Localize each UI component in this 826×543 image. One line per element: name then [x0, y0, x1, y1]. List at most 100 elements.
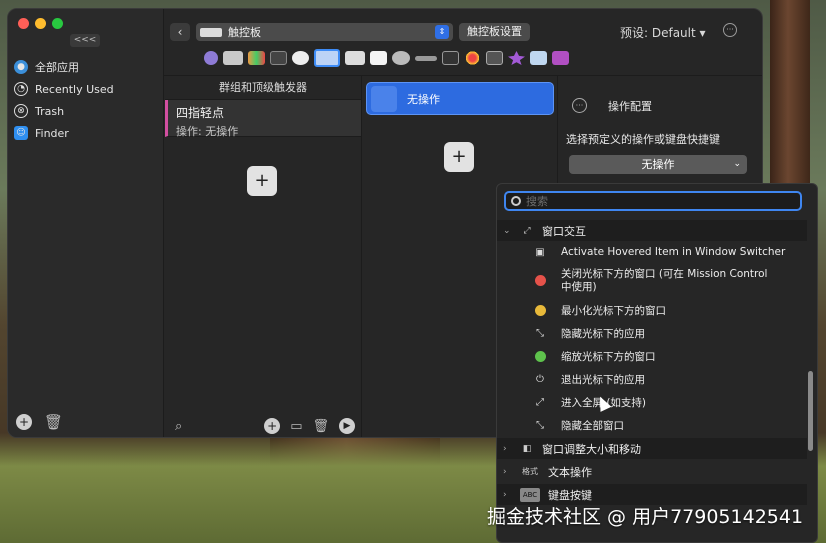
trackpad-icon [200, 27, 222, 37]
option-label: 退出光标下的应用 [561, 374, 645, 386]
group-text-actions[interactable]: › 格式 文本操作 [497, 461, 807, 482]
triggers-footer: ⌕ + ▭ 🗑 ▶ [175, 413, 355, 437]
option-label: 隐藏光标下的应用 [561, 328, 645, 340]
list-item[interactable]: 缩放光标下方的窗口 [533, 349, 803, 364]
add-app-icon[interactable]: + [16, 414, 32, 430]
chevron-down-icon: ⌄ [733, 159, 741, 169]
expand-arrows-icon: ⤢ [536, 397, 544, 408]
yellow-dot-icon [533, 304, 547, 318]
trigger-title: 四指轻点 [176, 106, 225, 120]
list-item[interactable]: ⤢ 进入全屏 (如支持) [533, 395, 803, 410]
list-item[interactable]: 关闭光标下方的窗口 (可在 Mission Control 中使用) [533, 268, 803, 294]
keyboard-icon: ABC [520, 487, 540, 502]
clock-icon: ◔ [14, 82, 28, 96]
delete-app-icon[interactable]: 🗑 [44, 413, 63, 431]
app-icon[interactable] [508, 51, 525, 65]
app-icon[interactable] [223, 51, 243, 65]
zoom-window-button[interactable] [52, 18, 63, 29]
triggers-header: 群组和顶级触发器 [165, 76, 361, 100]
app-icon[interactable] [442, 51, 459, 65]
group-resize-move[interactable]: › ◧ 窗口调整大小和移动 [497, 438, 807, 459]
list-item[interactable]: ⤡ 隐藏光标下的应用 [533, 326, 803, 341]
trigger-row[interactable]: 四指轻点 操作: 无操作 [165, 100, 361, 138]
red-dot-icon [533, 273, 547, 287]
window-controls [18, 18, 63, 29]
sidebar-item-label: Finder [35, 126, 69, 140]
scrollbar[interactable] [808, 371, 813, 451]
search-icon[interactable]: ⌕ [175, 419, 182, 434]
list-item[interactable]: 最小化光标下方的窗口 [533, 303, 803, 318]
chevron-right-icon: › [503, 466, 507, 477]
action-card[interactable]: 无操作 [366, 82, 554, 115]
keyboard-device-icon[interactable] [345, 51, 365, 65]
more-options-icon[interactable]: ··· [723, 23, 737, 37]
collapse-arrows-icon: ⤡ [536, 328, 544, 339]
list-item[interactable]: ▣ Activate Hovered Item in Window Switch… [533, 245, 803, 259]
search-input[interactable] [526, 194, 786, 208]
list-item[interactable]: ⤡ 隐藏全部窗口 [533, 418, 803, 433]
trash-icon: ⊗ [14, 104, 28, 118]
app-icon[interactable] [204, 51, 218, 65]
search-field[interactable] [504, 191, 802, 211]
chevron-down-icon: ⌄ [503, 225, 511, 236]
more-icon[interactable]: ··· [572, 98, 587, 113]
sidebar-item-recently-used[interactable]: ◔ Recently Used [8, 78, 164, 100]
chevron-right-icon: › [503, 489, 507, 500]
delete-trigger-icon[interactable]: 🗑 [312, 419, 329, 434]
option-label: 关闭光标下方的窗口 (可在 Mission Control 中使用) [561, 268, 768, 293]
app-icon[interactable] [415, 55, 437, 61]
sidebar-item-finder[interactable]: ☺ Finder [8, 122, 164, 144]
group-label: 键盘按键 [548, 488, 592, 502]
group-label: 窗口交互 [542, 224, 586, 238]
back-button[interactable]: ‹ [170, 23, 190, 41]
play-icon[interactable]: ▶ [339, 418, 355, 434]
trackpad-settings-button[interactable]: 触控板设置 [459, 23, 530, 41]
preset-selector[interactable]: 预设: Default ▾ [620, 24, 706, 41]
app-icon[interactable] [370, 51, 387, 65]
add-trigger-icon[interactable]: + [264, 418, 281, 434]
search-icon [511, 196, 521, 206]
sidebar-item-all-apps[interactable]: ● 全部应用 [8, 56, 164, 78]
app-icon[interactable] [270, 51, 287, 65]
action-icon [371, 85, 397, 112]
group-label: 文本操作 [548, 465, 592, 479]
config-title: 操作配置 [608, 100, 652, 113]
app-icon[interactable] [530, 51, 547, 65]
list-item[interactable]: ⏻ 退出光标下的应用 [533, 372, 803, 387]
sidebar-item-label: Trash [35, 104, 65, 118]
group-label: 窗口调整大小和移动 [542, 442, 641, 456]
app-icon[interactable] [486, 51, 503, 65]
window-switcher-icon: ▣ [535, 246, 545, 258]
collapse-arrows-icon: ⤡ [536, 420, 544, 431]
triggers-column: 群组和顶级触发器 四指轻点 操作: 无操作 + ⌕ + ▭ 🗑 ▶ [165, 76, 362, 437]
device-icon-strip [204, 49, 569, 67]
text-format-icon: 格式 [522, 467, 538, 476]
close-window-button[interactable] [18, 18, 29, 29]
new-folder-icon[interactable]: ▭ [290, 419, 302, 434]
action-dropdown: ⌄ ⤢ 窗口交互 ▣ Activate Hovered Item in Wind… [496, 183, 818, 543]
add-action-button[interactable]: + [444, 142, 474, 172]
add-trigger-button[interactable]: + [247, 166, 277, 196]
sidebar-item-trash[interactable]: ⊗ Trash [8, 100, 164, 122]
app-icon[interactable] [552, 51, 569, 65]
expand-arrows-icon: ⤢ [523, 225, 531, 236]
app-icon[interactable] [248, 51, 265, 65]
predefined-action-select[interactable]: 无操作 ⌄ [569, 155, 747, 174]
collapse-sidebar-button[interactable]: <<< [70, 34, 100, 47]
option-label: 缩放光标下方的窗口 [561, 351, 656, 363]
app-icon[interactable] [464, 51, 481, 65]
minimize-window-button[interactable] [35, 18, 46, 29]
select-value: 无操作 [641, 158, 675, 171]
group-window-interaction[interactable]: ⌄ ⤢ 窗口交互 [497, 220, 807, 241]
mouse-device-icon[interactable] [392, 51, 410, 65]
green-dot-icon [533, 350, 547, 364]
app-icon[interactable] [292, 51, 309, 65]
sidebar: <<< ● 全部应用 ◔ Recently Used ⊗ Trash ☺ Fin… [8, 9, 164, 437]
sidebar-item-label: Recently Used [35, 82, 114, 96]
trackpad-device-icon[interactable] [314, 49, 340, 67]
window-resize-icon: ◧ [522, 443, 532, 454]
option-label: 隐藏全部窗口 [561, 420, 624, 432]
sidebar-footer: + 🗑 [16, 413, 63, 431]
device-select[interactable]: 触控板 ⇕ [196, 23, 453, 41]
power-icon: ⏻ [536, 374, 544, 385]
